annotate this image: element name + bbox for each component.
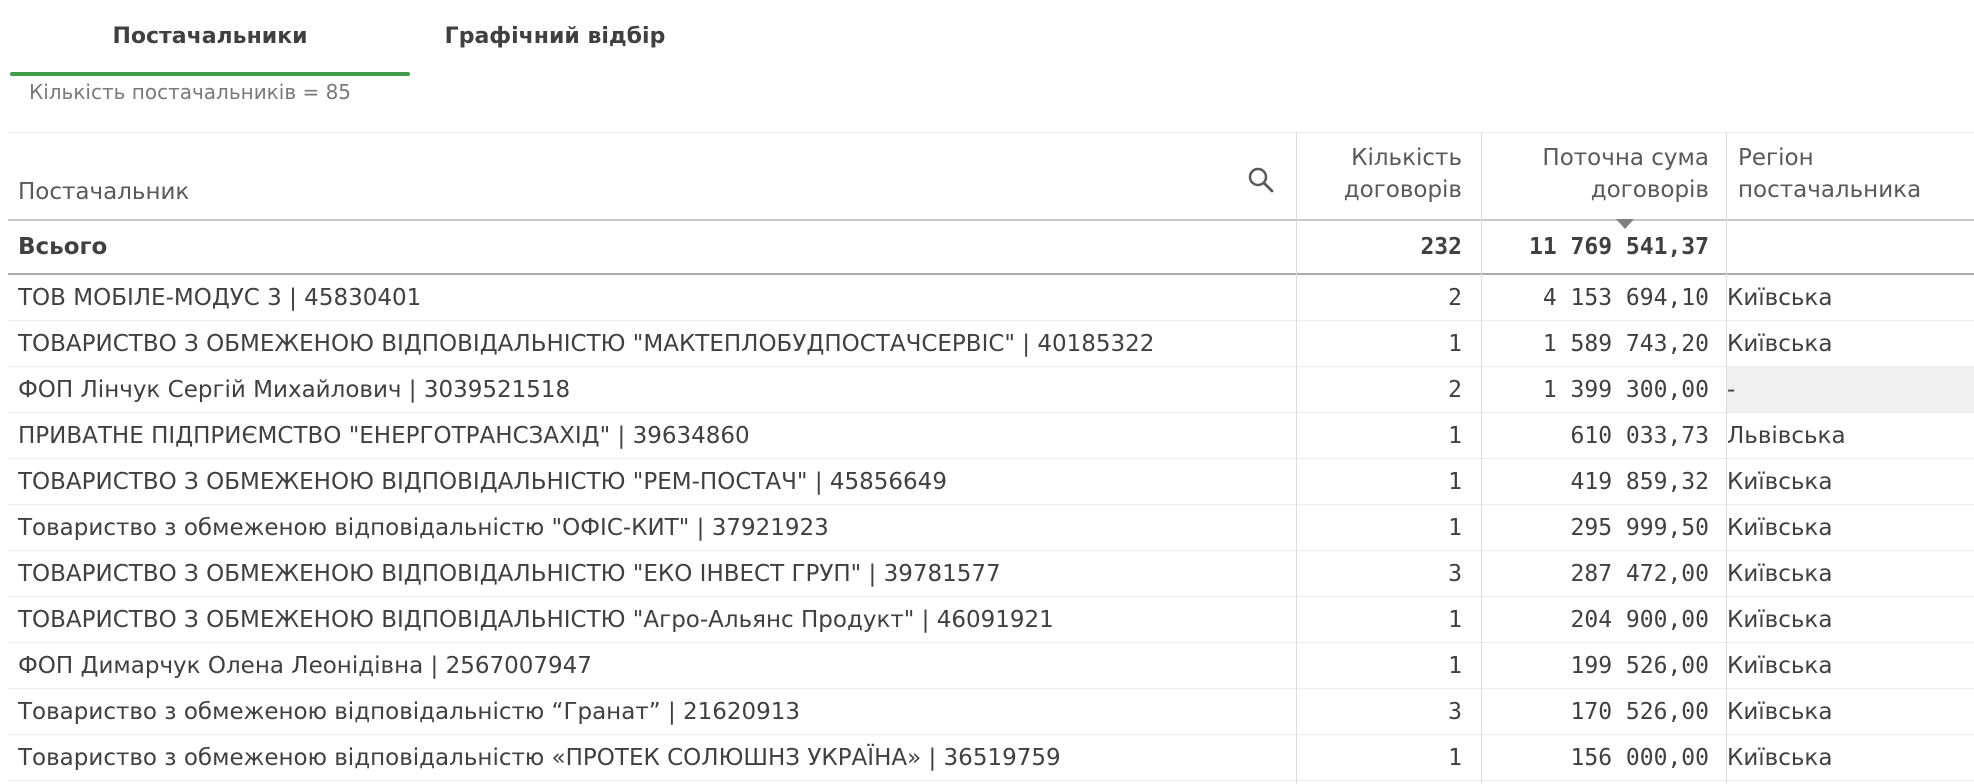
current-sum-cell[interactable]: 199 526,00 (1483, 643, 1709, 688)
contracts-count-cell[interactable]: 1 (1298, 735, 1462, 780)
active-tab-indicator (10, 72, 410, 76)
current-sum-cell[interactable]: 419 859,32 (1483, 459, 1709, 504)
table-row[interactable]: ТОВ МОБІЛЕ-МОДУС 3 | 45830401 2 4 153 694,… (8, 275, 1974, 321)
header-region-line1: Регіон (1738, 145, 1814, 171)
contracts-count-cell[interactable]: 2 (1298, 275, 1462, 320)
supplier-count-label: Кількість постачальників = 85 (29, 80, 352, 104)
region-cell[interactable]: Київська (1727, 689, 1974, 734)
supplier-name-cell[interactable]: Товариство з обмеженою відповідальністю … (18, 735, 1288, 780)
header-supplier-label: Постачальник (18, 179, 190, 205)
region-cell[interactable]: Київська (1727, 505, 1974, 550)
contracts-count-cell[interactable]: 1 (1298, 459, 1462, 504)
suppliers-table: Постачальник Кількість договорів Поточна… (8, 132, 1974, 784)
supplier-name-cell[interactable]: ТОВАРИСТВО З ОБМЕЖЕНОЮ ВІДПОВІДАЛЬНІСТЮ … (18, 321, 1288, 366)
header-sum-line2: договорів (1590, 177, 1709, 203)
contracts-count-cell[interactable]: 1 (1298, 413, 1462, 458)
current-sum-cell[interactable]: 4 153 694,10 (1483, 275, 1709, 320)
tab-graphic-selection[interactable]: Графічний відбір (410, 0, 700, 76)
totals-row: Всього 232 11 769 541,37 (8, 221, 1974, 275)
header-contracts-line1: Кількість (1351, 145, 1462, 171)
region-cell[interactable]: Київська (1727, 643, 1974, 688)
header-contracts-count[interactable]: Кількість договорів (1298, 133, 1462, 219)
region-cell[interactable]: Київська (1727, 321, 1974, 366)
total-region (1727, 221, 1974, 273)
table-row[interactable]: Товариство з обмеженою відповідальністю … (8, 689, 1974, 735)
region-cell[interactable]: - (1727, 367, 1974, 412)
tab-bar: Постачальники Графічний відбір (10, 0, 710, 76)
contracts-count-cell[interactable]: 1 (1298, 597, 1462, 642)
column-divider (1481, 132, 1482, 784)
supplier-name-cell[interactable]: ФОП Лінчук Сергій Михайлович | 303952151… (18, 367, 1288, 412)
header-supplier[interactable]: Постачальник (18, 133, 1288, 219)
supplier-name-cell[interactable]: ТОВАРИСТВО З ОБМЕЖЕНОЮ ВІДПОВІДАЛЬНІСТЮ … (18, 597, 1288, 642)
tab-suppliers[interactable]: Постачальники (10, 0, 410, 76)
region-cell[interactable]: Київська (1727, 597, 1974, 642)
region-cell[interactable]: Київська (1727, 275, 1974, 320)
table-body: ТОВ МОБІЛЕ-МОДУС 3 | 45830401 2 4 153 694,… (8, 275, 1974, 781)
current-sum-cell[interactable]: 204 900,00 (1483, 597, 1709, 642)
contracts-count-cell[interactable]: 1 (1298, 643, 1462, 688)
column-divider (1726, 132, 1727, 784)
table-row[interactable]: ФОП Димарчук Олена Леонідівна | 25670079… (8, 643, 1974, 689)
current-sum-cell[interactable]: 1 589 743,20 (1483, 321, 1709, 366)
current-sum-cell[interactable]: 170 526,00 (1483, 689, 1709, 734)
table-row[interactable]: Товариство з обмеженою відповідальністю … (8, 735, 1974, 781)
region-cell[interactable]: Київська (1727, 459, 1974, 504)
contracts-count-cell[interactable]: 1 (1298, 321, 1462, 366)
supplier-name-cell[interactable]: ПРИВАТНЕ ПІДПРИЄМСТВО "ЕНЕРГОТРАНСЗАХІД"… (18, 413, 1288, 458)
table-row[interactable]: ТОВАРИСТВО З ОБМЕЖЕНОЮ ВІДПОВІДАЛЬНІСТЮ … (8, 551, 1974, 597)
header-region-line2: постачальника (1738, 177, 1922, 203)
current-sum-cell[interactable]: 295 999,50 (1483, 505, 1709, 550)
supplier-name-cell[interactable]: ТОВАРИСТВО З ОБМЕЖЕНОЮ ВІДПОВІДАЛЬНІСТЮ … (18, 459, 1288, 504)
total-contracts: 232 (1420, 234, 1462, 260)
contracts-count-cell[interactable]: 1 (1298, 505, 1462, 550)
supplier-name-cell[interactable]: Товариство з обмеженою відповідальністю … (18, 689, 1288, 734)
current-sum-cell[interactable]: 156 000,00 (1483, 735, 1709, 780)
table-row[interactable]: ПРИВАТНЕ ПІДПРИЄМСТВО "ЕНЕРГОТРАНСЗАХІД"… (8, 413, 1974, 459)
supplier-name-cell[interactable]: ТОВАРИСТВО З ОБМЕЖЕНОЮ ВІДПОВІДАЛЬНІСТЮ … (18, 551, 1288, 596)
column-divider (1296, 132, 1297, 784)
header-contracts-line2: договорів (1343, 177, 1462, 203)
table-row[interactable]: ФОП Лінчук Сергій Михайлович | 303952151… (8, 367, 1974, 413)
current-sum-cell[interactable]: 1 399 300,00 (1483, 367, 1709, 412)
table-row[interactable]: ТОВАРИСТВО З ОБМЕЖЕНОЮ ВІДПОВІДАЛЬНІСТЮ … (8, 459, 1974, 505)
supplier-name-cell[interactable]: Товариство з обмеженою відповідальністю … (18, 505, 1288, 550)
total-label: Всього (18, 234, 108, 260)
header-sum-line1: Поточна сума (1542, 145, 1709, 171)
total-sum: 11 769 541,37 (1528, 234, 1709, 260)
contracts-count-cell[interactable]: 3 (1298, 551, 1462, 596)
current-sum-cell[interactable]: 610 033,73 (1483, 413, 1709, 458)
contracts-count-cell[interactable]: 3 (1298, 689, 1462, 734)
supplier-name-cell[interactable]: ФОП Димарчук Олена Леонідівна | 25670079… (18, 643, 1288, 688)
supplier-name-cell[interactable]: ТОВ МОБІЛЕ-МОДУС 3 | 45830401 (18, 275, 1288, 320)
region-cell[interactable]: Київська (1727, 551, 1974, 596)
search-icon[interactable] (1246, 165, 1276, 195)
table-row[interactable]: ТОВАРИСТВО З ОБМЕЖЕНОЮ ВІДПОВІДАЛЬНІСТЮ … (8, 597, 1974, 643)
table-header: Постачальник Кількість договорів Поточна… (8, 132, 1974, 229)
region-cell[interactable]: Львівська (1727, 413, 1974, 458)
header-region[interactable]: Регіон постачальника (1738, 133, 1974, 219)
table-row[interactable]: ТОВАРИСТВО З ОБМЕЖЕНОЮ ВІДПОВІДАЛЬНІСТЮ … (8, 321, 1974, 367)
table-row[interactable]: Товариство з обмеженою відповідальністю … (8, 505, 1974, 551)
region-cell[interactable]: Київська (1727, 735, 1974, 780)
contracts-count-cell[interactable]: 2 (1298, 367, 1462, 412)
header-current-sum[interactable]: Поточна сума договорів (1483, 133, 1709, 219)
current-sum-cell[interactable]: 287 472,00 (1483, 551, 1709, 596)
